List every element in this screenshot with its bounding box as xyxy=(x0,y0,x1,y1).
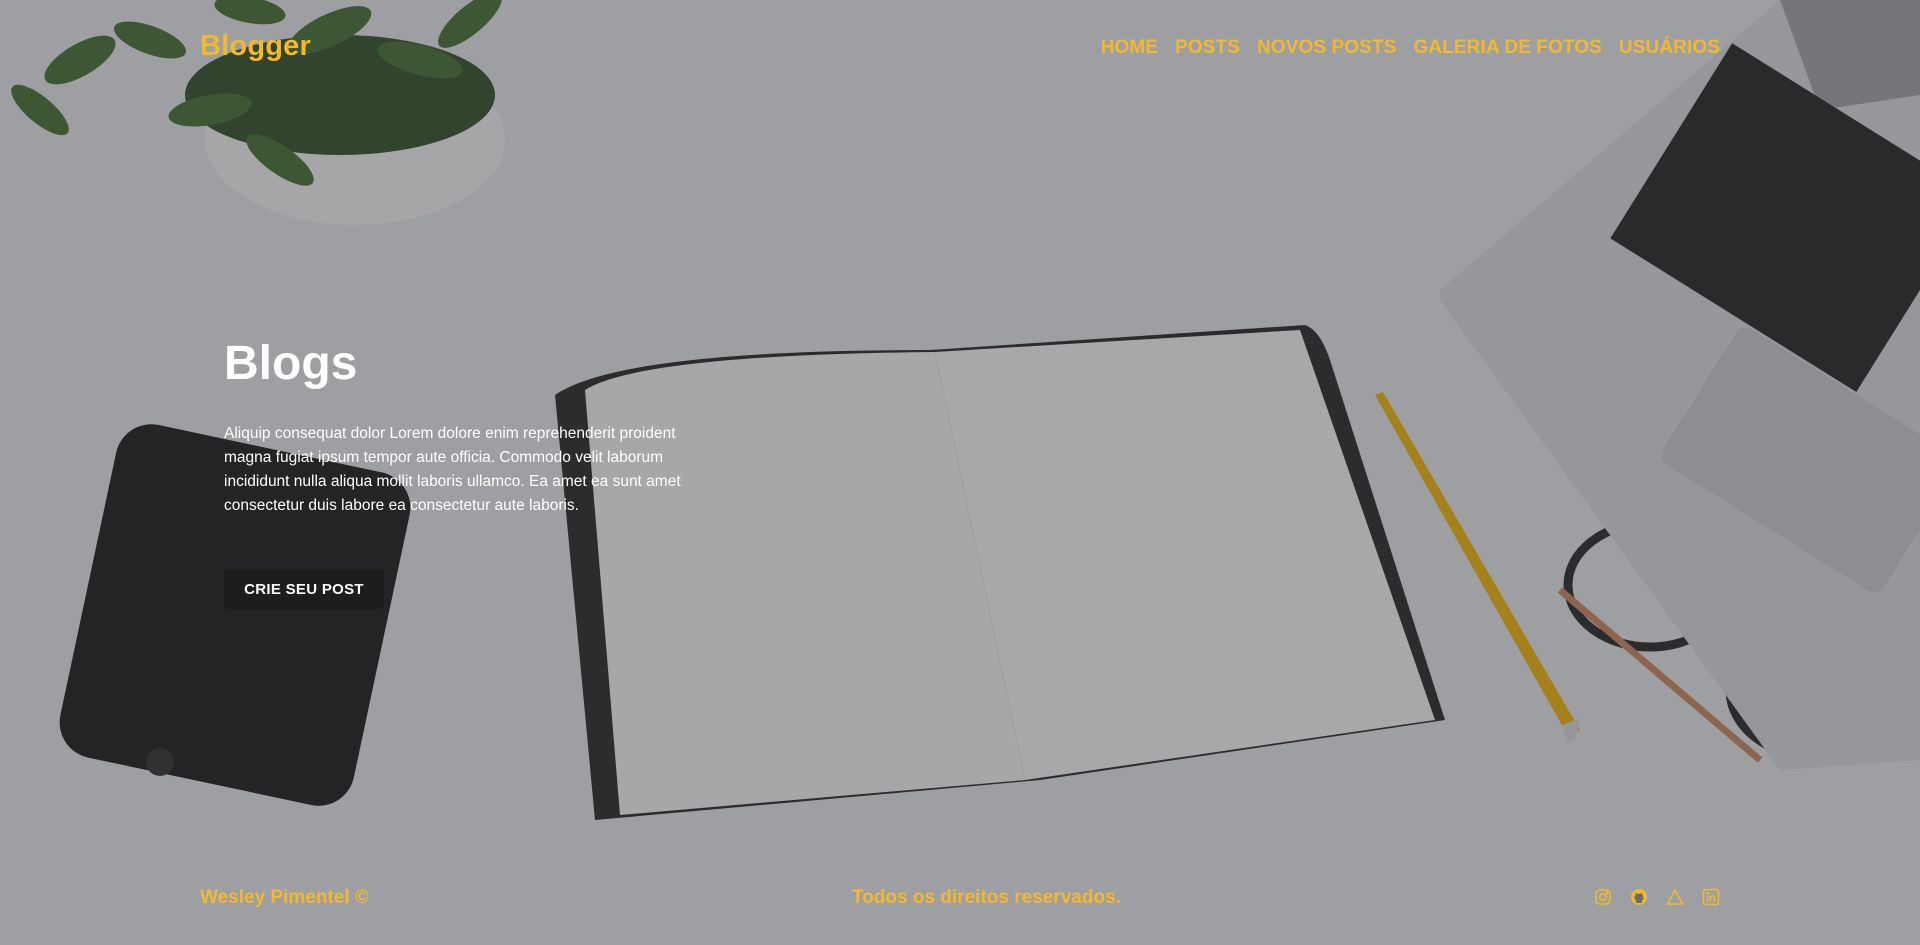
linkedin-icon[interactable] xyxy=(1702,888,1720,906)
nav-item-home[interactable]: HOME xyxy=(1101,37,1158,59)
hero-description: Aliquip consequat dolor Lorem dolore eni… xyxy=(224,425,681,514)
create-post-button[interactable]: CRIE SEU POST xyxy=(224,569,384,609)
footer-author: Wesley Pimentel © xyxy=(200,887,369,908)
triangle-icon[interactable] xyxy=(1666,888,1684,906)
instagram-icon[interactable] xyxy=(1594,888,1612,906)
nav-item-galeria-de-fotos[interactable]: GALERIA DE FOTOS xyxy=(1413,37,1601,59)
nav-item-posts[interactable]: POSTS xyxy=(1175,37,1240,59)
main-nav: HOME POSTS NOVOS POSTS GALERIA DE FOTOS … xyxy=(1101,37,1720,59)
hero-title: Blogs xyxy=(224,337,358,390)
brand-logo[interactable]: Blogger xyxy=(200,30,311,63)
github-icon[interactable] xyxy=(1630,888,1648,906)
site-header: Blogger HOME POSTS NOVOS POSTS GALERIA D… xyxy=(0,0,1920,96)
page: Blogger HOME POSTS NOVOS POSTS GALERIA D… xyxy=(0,0,1920,945)
footer-rights: Todos os direitos reservados. xyxy=(852,887,1121,908)
nav-item-novos-posts[interactable]: NOVOS POSTS xyxy=(1257,37,1396,59)
hero-section: Blogs Aliquip consequat dolor Lorem dolo… xyxy=(224,334,724,518)
social-links xyxy=(1594,888,1720,906)
nav-item-usuarios[interactable]: USUÁRIOS xyxy=(1619,37,1720,59)
